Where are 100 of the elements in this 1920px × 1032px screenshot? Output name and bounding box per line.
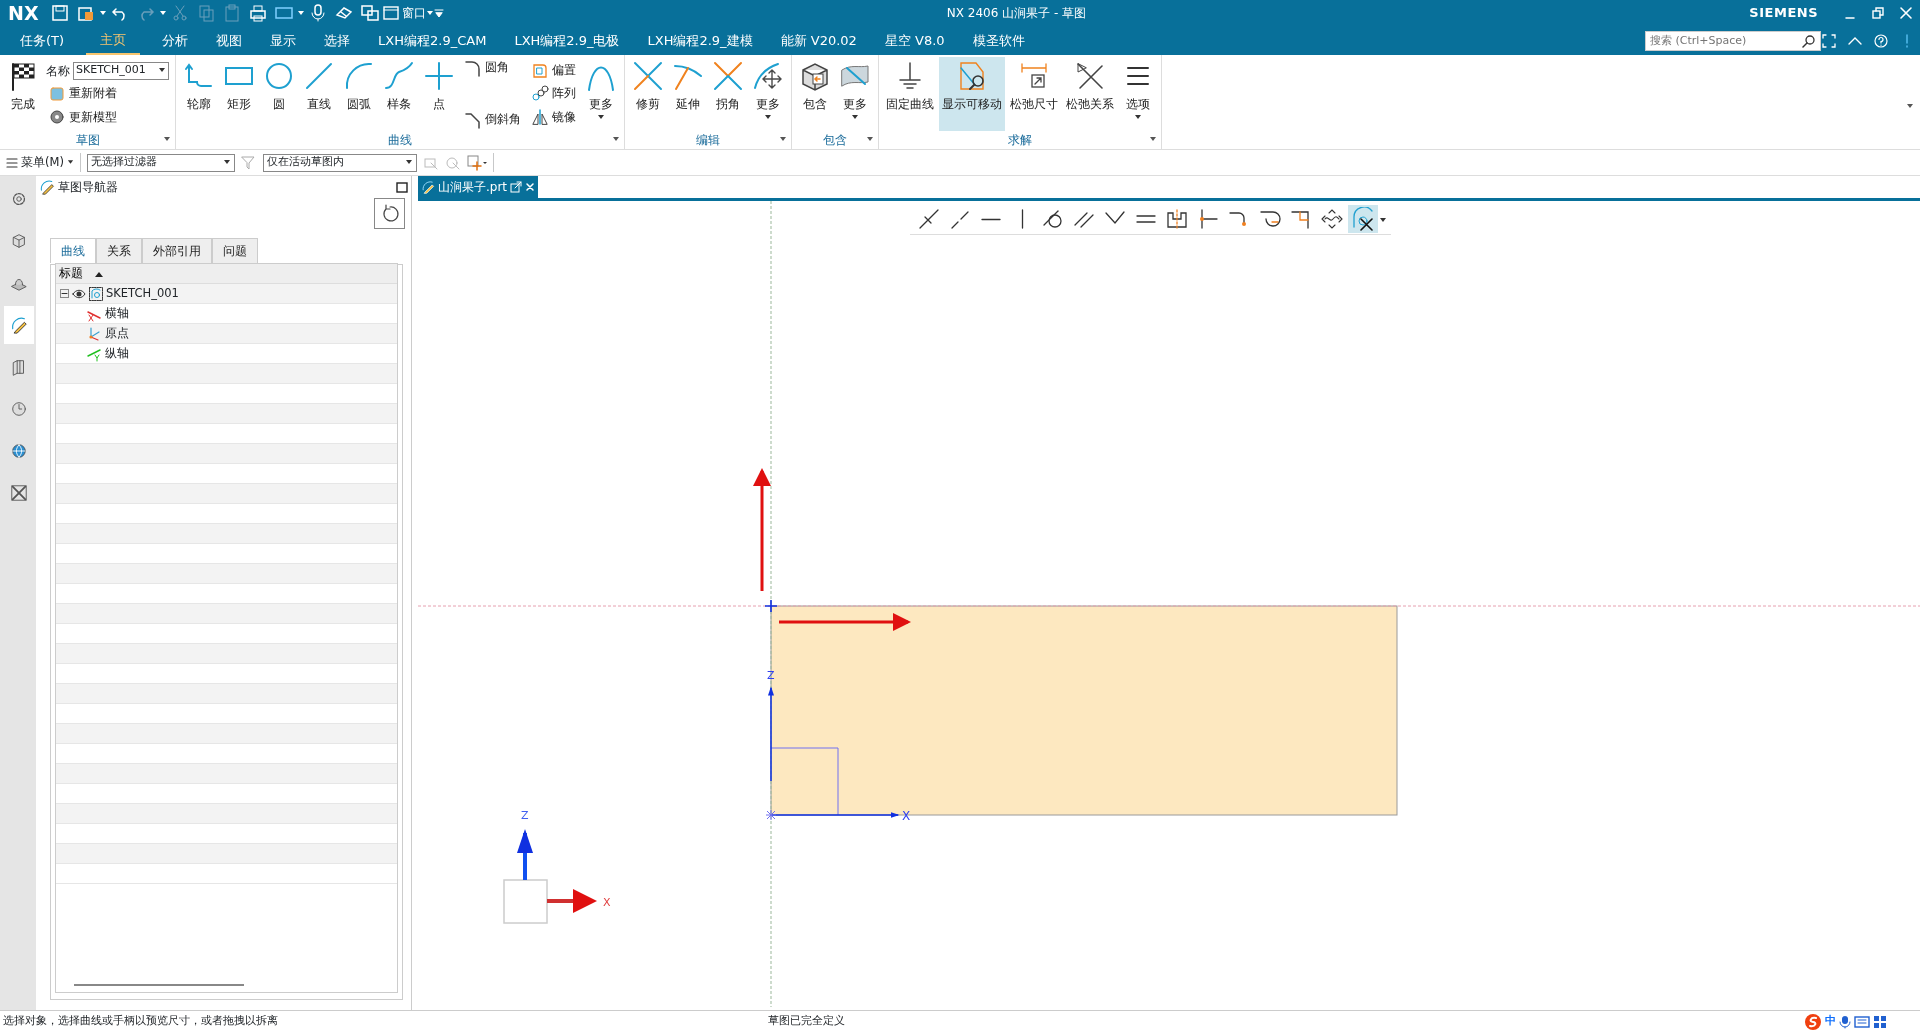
- status-text: 草图已完全定义: [767, 1014, 845, 1028]
- ribbon-button[interactable]: 圆弧: [340, 57, 378, 131]
- caret-icon[interactable]: [425, 10, 434, 16]
- drag-arrow[interactable]: [779, 613, 911, 631]
- scope-dropdown[interactable]: 仅在活动草图内: [262, 153, 417, 172]
- caret-icon[interactable]: [158, 10, 167, 16]
- document-tab[interactable]: 山涧果子.prt: [418, 176, 539, 198]
- ribbon-button[interactable]: 松弛尺寸: [1007, 57, 1061, 131]
- status-prompt: 选择对象，选择曲线或手柄以预览尺寸，或者拖拽以拆离: [3, 1013, 278, 1030]
- collapse-icon[interactable]: [60, 289, 69, 298]
- menu-tab[interactable]: 星空 V8.0: [870, 26, 959, 55]
- group-label: 曲线: [388, 133, 412, 147]
- ribbon-button[interactable]: 显示可移动: [939, 57, 1005, 131]
- caret-icon[interactable]: [98, 10, 107, 16]
- window-menu[interactable]: 窗口: [382, 4, 426, 22]
- ribbon-button[interactable]: 松弛关系: [1063, 57, 1117, 131]
- filter-dropdown[interactable]: 无选择过滤器: [86, 153, 235, 172]
- sketch-pencil-icon: [421, 180, 435, 194]
- tree-item[interactable]: 横轴: [105, 304, 129, 323]
- constraint-toggle[interactable]: [1348, 205, 1378, 233]
- axis-label: Z: [767, 669, 775, 682]
- axis-label: X: [902, 809, 911, 823]
- menu-tab[interactable]: 能新 V20.02: [766, 26, 871, 55]
- menu-tab[interactable]: LXH编程2.9_CAM: [364, 26, 501, 55]
- name-dropdown[interactable]: SKETCH_001: [73, 61, 169, 80]
- ribbon-button[interactable]: 更多: [836, 57, 874, 131]
- ribbon-button[interactable]: 偏置: [529, 61, 578, 80]
- group-expand-icon[interactable]: [779, 136, 787, 142]
- ribbon-button[interactable]: 阵列: [529, 85, 578, 103]
- fullscreen-icon[interactable]: [1822, 33, 1836, 48]
- caret-icon: [222, 160, 231, 165]
- horizontal-line-icon: [981, 217, 1001, 221]
- maximize-icon[interactable]: [396, 181, 408, 193]
- microphone-icon[interactable]: [1839, 1014, 1851, 1029]
- menu-tab[interactable]: 显示: [256, 26, 311, 55]
- ribbon-button[interactable]: 样条: [380, 57, 418, 131]
- snap-icon[interactable]: [466, 154, 487, 171]
- menu-tab[interactable]: 模圣软件: [958, 26, 1039, 55]
- caret-icon[interactable]: [1379, 216, 1387, 223]
- menu-tab[interactable]: 选择: [310, 26, 365, 55]
- drag-arrow[interactable]: [753, 468, 771, 591]
- navigator-tab[interactable]: 曲线: [50, 238, 96, 263]
- restore-icon[interactable]: [1871, 6, 1885, 20]
- caret-icon[interactable]: [296, 10, 305, 16]
- ribbon-button[interactable]: 圆角: [462, 59, 523, 77]
- ime-logo-icon[interactable]: [1804, 1012, 1822, 1031]
- ribbon-button[interactable]: 更多: [749, 57, 787, 131]
- close-icon[interactable]: [1899, 6, 1913, 20]
- menu-tab[interactable]: 任务(T): [6, 26, 79, 55]
- ribbon-button[interactable]: 修剪: [629, 57, 667, 131]
- reset-button[interactable]: [374, 198, 405, 229]
- ribbon-button[interactable]: 更多: [582, 57, 620, 131]
- navigator-tab[interactable]: 外部引用: [142, 238, 212, 263]
- eye-icon[interactable]: [72, 288, 86, 299]
- menu-tab[interactable]: 主页: [86, 26, 141, 55]
- search-field[interactable]: 搜索 (Ctrl+Space): [1645, 30, 1821, 51]
- ribbon-button[interactable]: 轮廓: [180, 57, 218, 131]
- menu-tab[interactable]: 分析: [148, 26, 203, 55]
- ribbon-button[interactable]: 倒斜角: [462, 111, 523, 129]
- scrollbar-thumb[interactable]: [74, 984, 244, 986]
- crossed-lines-icon: [1074, 60, 1106, 92]
- keyboard-icon[interactable]: [1854, 1015, 1870, 1028]
- customize-icon[interactable]: [433, 8, 444, 18]
- navigator-tab[interactable]: 问题: [212, 238, 258, 263]
- help-icon[interactable]: [1874, 33, 1888, 48]
- ribbon-button[interactable]: 拐角: [709, 57, 747, 131]
- tree-item[interactable]: 纵轴: [105, 344, 129, 363]
- grid-icon[interactable]: [1873, 1014, 1887, 1029]
- ribbon-button[interactable]: 完成: [4, 57, 42, 131]
- navigator-tab[interactable]: 关系: [96, 238, 142, 263]
- ribbon-button[interactable]: 更新模型: [46, 108, 169, 127]
- save-icon[interactable]: [49, 3, 70, 23]
- tree-item[interactable]: 原点: [105, 324, 129, 343]
- sketch-pencil-icon: [10, 315, 28, 335]
- group-expand-icon[interactable]: [866, 136, 874, 142]
- ribbon-button[interactable]: 矩形: [220, 57, 258, 131]
- ribbon-button[interactable]: 延伸: [669, 57, 707, 131]
- column-header[interactable]: 标题: [59, 264, 103, 283]
- print-icon[interactable]: [247, 3, 268, 23]
- window-icon: [382, 5, 399, 21]
- ime-mode[interactable]: 中: [1825, 1013, 1836, 1030]
- menu-tab[interactable]: 视图: [202, 26, 257, 55]
- ribbon-button[interactable]: 包含: [796, 57, 834, 131]
- group-expand-icon[interactable]: [612, 136, 620, 142]
- ribbon-button[interactable]: 圆: [260, 57, 298, 131]
- side-tab[interactable]: [4, 306, 34, 344]
- ribbon-options-icon[interactable]: [1906, 103, 1914, 109]
- ribbon-button[interactable]: 镜像: [529, 108, 578, 127]
- ribbon-button[interactable]: 重新附着: [46, 85, 169, 103]
- group-expand-icon[interactable]: [1149, 136, 1157, 142]
- windows-icon[interactable]: [359, 3, 380, 23]
- menu-button[interactable]: 菜单(M): [6, 153, 74, 172]
- ribbon-button[interactable]: 直线: [300, 57, 338, 131]
- group-expand-icon[interactable]: [163, 136, 171, 142]
- ribbon-button[interactable]: 固定曲线: [883, 57, 937, 131]
- group-label: 求解: [1008, 133, 1032, 147]
- ribbon-button[interactable]: 选项: [1119, 57, 1157, 131]
- menu-tab[interactable]: LXH编程2.9_建模: [633, 26, 767, 55]
- menu-tab[interactable]: LXH编程2.9_电极: [500, 26, 634, 55]
- ribbon-button[interactable]: 点: [420, 57, 458, 131]
